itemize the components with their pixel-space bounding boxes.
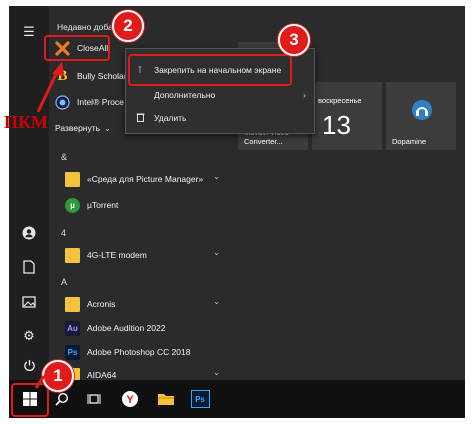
right-click-label: ПКМ — [4, 112, 49, 132]
annotation-arrows — [34, 62, 64, 389]
